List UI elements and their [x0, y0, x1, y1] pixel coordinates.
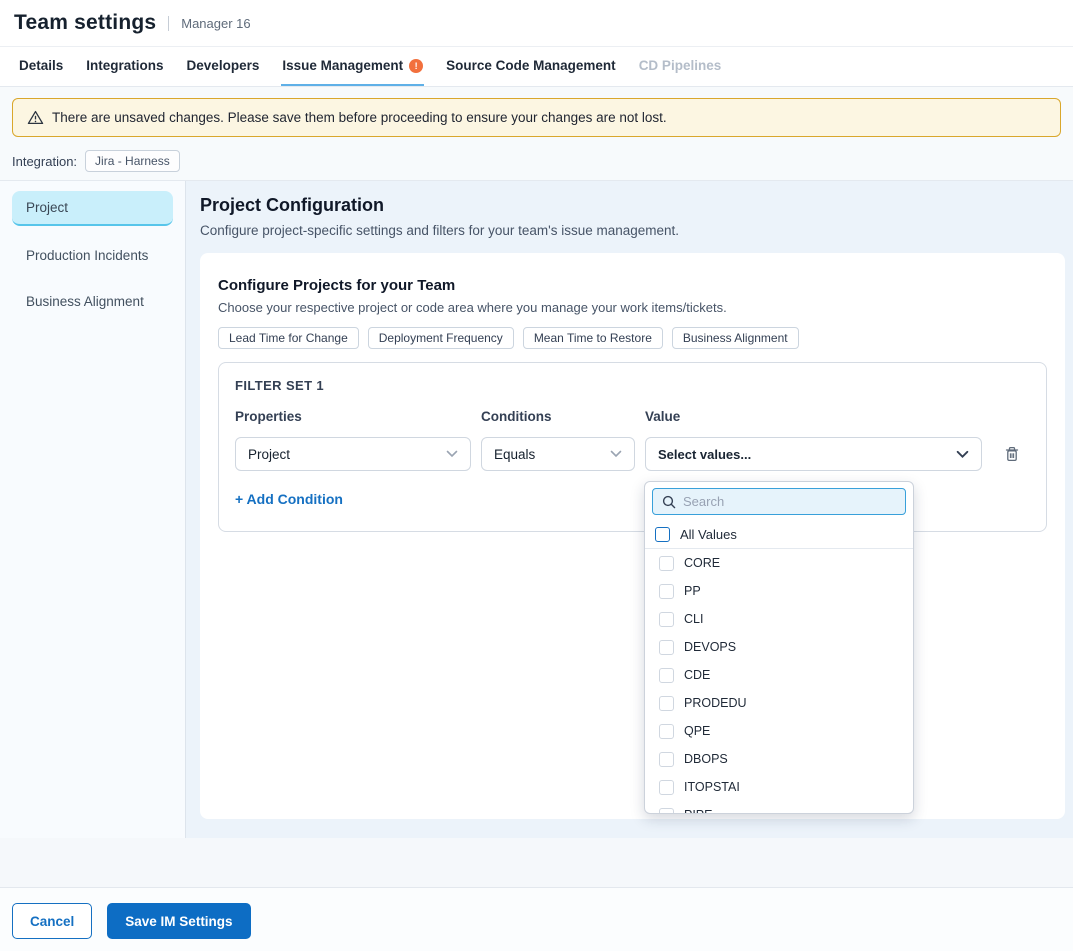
option-dbops[interactable]: DBOPS: [645, 745, 913, 773]
chip-business-alignment[interactable]: Business Alignment: [672, 327, 799, 349]
card-subtitle: Choose your respective project or code a…: [218, 300, 1047, 315]
conditions-column-label: Conditions: [481, 409, 635, 424]
tab-details[interactable]: Details: [18, 47, 64, 86]
save-im-settings-button[interactable]: Save IM Settings: [107, 903, 250, 939]
tab-cd-pipelines: CD Pipelines: [638, 47, 723, 86]
tab-integrations[interactable]: Integrations: [85, 47, 164, 86]
team-settings-page: Team settings Manager 16 Details Integra…: [0, 0, 1073, 951]
properties-column-label: Properties: [235, 409, 471, 424]
checkbox[interactable]: [659, 696, 674, 711]
tab-issue-management[interactable]: Issue Management !: [281, 47, 424, 86]
filter-set-title: FILTER SET 1: [235, 378, 1030, 393]
checkbox[interactable]: [659, 640, 674, 655]
page-context-label: Manager 16: [168, 16, 250, 31]
checkbox[interactable]: [659, 612, 674, 627]
property-select[interactable]: Project: [235, 437, 471, 471]
tab-content: There are unsaved changes. Please save t…: [0, 87, 1073, 951]
search-icon: [662, 495, 676, 509]
option-devops[interactable]: DEVOPS: [645, 633, 913, 661]
tab-developers[interactable]: Developers: [186, 47, 261, 86]
page-title: Team settings: [14, 11, 156, 35]
value-dropdown-panel: All Values CORE PP CLI DEVOPS CDE: [644, 481, 914, 814]
delete-condition-button[interactable]: [992, 445, 1032, 463]
option-prodedu[interactable]: PRODEDU: [645, 689, 913, 717]
option-cli[interactable]: CLI: [645, 605, 913, 633]
panel-subtitle: Configure project-specific settings and …: [200, 223, 1059, 238]
cancel-button[interactable]: Cancel: [12, 903, 92, 939]
option-qpe[interactable]: QPE: [645, 717, 913, 745]
option-pipe[interactable]: PIPE: [645, 801, 913, 814]
search-input[interactable]: [683, 494, 896, 509]
chevron-down-icon: [610, 450, 622, 458]
content-spacer: [0, 838, 1073, 887]
page-header: Team settings Manager 16: [0, 0, 1073, 47]
panel-title: Project Configuration: [200, 195, 1059, 216]
filter-set-1: FILTER SET 1 Properties Conditions Value…: [218, 362, 1047, 532]
trash-icon: [1004, 445, 1020, 463]
sidebar-item-business-alignment[interactable]: Business Alignment: [12, 285, 173, 318]
settings-tab-bar: Details Integrations Developers Issue Ma…: [0, 47, 1073, 87]
card-title: Configure Projects for your Team: [218, 277, 1047, 294]
integration-row: Integration: Jira - Harness: [12, 150, 1061, 172]
page-footer: Cancel Save IM Settings: [0, 887, 1073, 951]
option-itopstai[interactable]: ITOPSTAI: [645, 773, 913, 801]
add-condition-button[interactable]: + Add Condition: [235, 491, 343, 507]
sidebar-item-project[interactable]: Project: [12, 191, 173, 226]
dropdown-search-area: [645, 482, 913, 520]
unsaved-changes-banner: There are unsaved changes. Please save t…: [12, 98, 1061, 137]
unsaved-alert-badge-icon: !: [409, 59, 423, 73]
chip-lead-time-for-change[interactable]: Lead Time for Change: [218, 327, 359, 349]
panel-header: Project Configuration Configure project-…: [186, 181, 1073, 238]
chevron-down-icon: [956, 450, 969, 459]
im-sidebar: Project Production Incidents Business Al…: [0, 181, 186, 838]
warning-triangle-icon: [27, 110, 44, 125]
condition-select[interactable]: Equals: [481, 437, 635, 471]
checkbox[interactable]: [659, 724, 674, 739]
value-select[interactable]: Select values...: [645, 437, 982, 471]
filter-grid: Properties Conditions Value Project Equa…: [235, 409, 1030, 471]
sidebar-item-production-incidents[interactable]: Production Incidents: [12, 239, 173, 272]
option-cde[interactable]: CDE: [645, 661, 913, 689]
configure-projects-card: Configure Projects for your Team Choose …: [200, 253, 1065, 819]
checkbox[interactable]: [659, 584, 674, 599]
dropdown-options-list: CORE PP CLI DEVOPS CDE PRODEDU QPE DBOPS: [645, 549, 913, 814]
checkbox[interactable]: [659, 668, 674, 683]
chip-mean-time-to-restore[interactable]: Mean Time to Restore: [523, 327, 663, 349]
option-all-values[interactable]: All Values: [645, 520, 913, 548]
chip-deployment-frequency[interactable]: Deployment Frequency: [368, 327, 514, 349]
integration-label: Integration:: [12, 154, 77, 169]
value-column-label: Value: [645, 409, 982, 424]
value-select-cell: Select values...: [645, 437, 982, 471]
all-values-checkbox[interactable]: [655, 527, 670, 542]
project-configuration-panel: Project Configuration Configure project-…: [186, 181, 1073, 838]
integration-chip[interactable]: Jira - Harness: [85, 150, 180, 172]
chevron-down-icon: [446, 450, 458, 458]
checkbox[interactable]: [659, 808, 674, 815]
settings-body: Project Production Incidents Business Al…: [0, 180, 1073, 838]
dropdown-search-field[interactable]: [652, 488, 906, 515]
banner-text: There are unsaved changes. Please save t…: [52, 110, 667, 125]
metric-chips-row: Lead Time for Change Deployment Frequenc…: [218, 327, 1047, 349]
checkbox[interactable]: [659, 556, 674, 571]
checkbox[interactable]: [659, 780, 674, 795]
checkbox[interactable]: [659, 752, 674, 767]
option-pp[interactable]: PP: [645, 577, 913, 605]
tab-source-code-management[interactable]: Source Code Management: [445, 47, 617, 86]
option-core[interactable]: CORE: [645, 549, 913, 577]
